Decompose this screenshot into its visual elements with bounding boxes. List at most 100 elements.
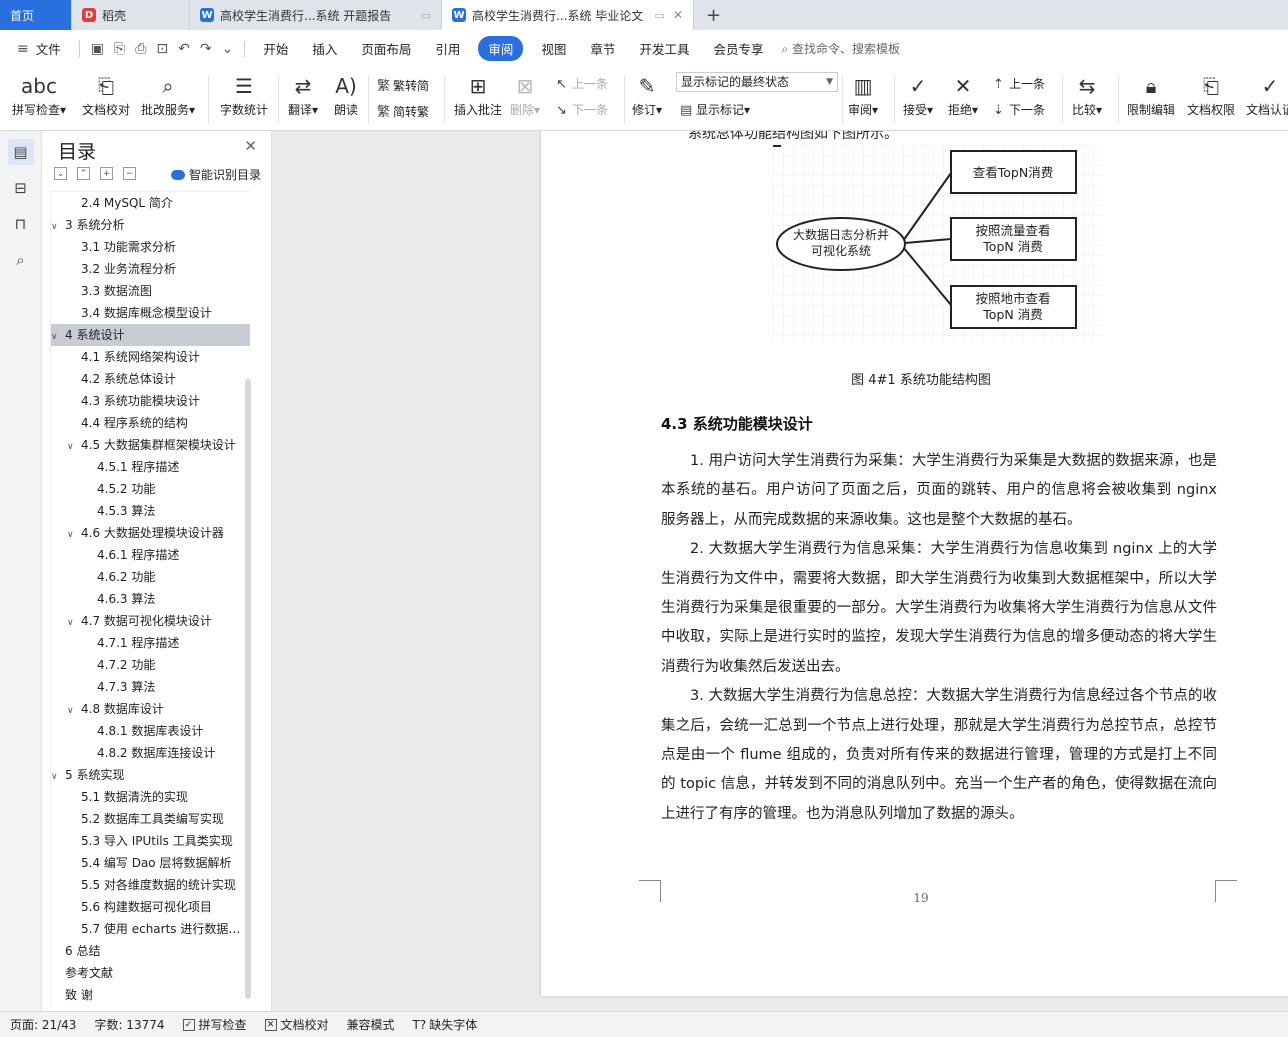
toc-item[interactable]: 4.3 系统功能模块设计 — [51, 390, 250, 412]
toc-item[interactable]: 3.2 业务流程分析 — [51, 258, 250, 280]
toc-item[interactable]: 5.1 数据清洗的实现 — [51, 786, 250, 808]
menu-devtools[interactable]: 开发工具 — [627, 39, 701, 58]
chevron-down-icon[interactable]: ∨ — [51, 216, 65, 236]
preview-icon[interactable]: ⊡ — [151, 41, 173, 57]
toc-item[interactable]: 4.2 系统总体设计 — [51, 368, 250, 390]
new-tab-button[interactable]: + — [694, 0, 733, 30]
print-icon[interactable]: ⎙ — [130, 41, 151, 57]
chevron-down-icon[interactable]: ∨ — [67, 524, 81, 544]
document-area[interactable]: 系统总体功能结构图如下图所示。 大数据日志分析并 可视化系统 查看TopN消费 … — [272, 131, 1288, 1011]
prev-change-button[interactable]: ⇡ 上一条 — [993, 75, 1045, 92]
menu-review[interactable]: 审阅 — [478, 36, 524, 61]
toc-item[interactable]: 4.7.1 程序描述 — [51, 632, 250, 654]
toc-item[interactable]: 4.6.3 算法 — [51, 588, 250, 610]
reject-button[interactable]: ✕ 拒绝▾ — [948, 71, 978, 118]
to-simplified-button[interactable]: 繁繁转简 — [377, 75, 429, 94]
tab-home[interactable]: 首页 — [0, 0, 72, 30]
doc-permission-button[interactable]: ⎗ 文档权限 — [1187, 71, 1235, 118]
toc-item[interactable]: 6 总结 — [51, 940, 250, 962]
toc-scrollbar[interactable] — [245, 379, 251, 999]
navigation-icon[interactable]: ⊟ — [8, 175, 34, 201]
to-traditional-button[interactable]: 繁简转繁 — [377, 101, 429, 120]
toc-item[interactable]: ∨ 4.6 大数据处理模块设计器 — [51, 522, 250, 544]
command-search[interactable]: ⌕ 查找命令、搜索模板 — [781, 40, 900, 57]
save-icon[interactable]: ▣ — [86, 41, 109, 57]
toc-item[interactable]: ∨ 3 系统分析 — [51, 214, 250, 236]
restrict-edit-button[interactable]: 🔒︎ 限制编辑 — [1127, 71, 1175, 118]
toc-item[interactable]: ∨ 4.5 大数据集群框架模块设计 — [51, 434, 250, 456]
word-count-indicator[interactable]: 字数: 13774 — [94, 1016, 164, 1033]
chevron-down-icon[interactable]: ⌄ — [217, 41, 239, 57]
accept-button[interactable]: ✓ 接受▾ — [903, 71, 933, 118]
toc-item[interactable]: 2.4 MySQL 简介 — [51, 192, 250, 214]
toc-panel-icon[interactable]: ▤ — [7, 139, 34, 165]
toc-item[interactable]: ∨ 4.7 数据可视化模块设计 — [51, 610, 250, 632]
toc-item[interactable]: 4.7.2 功能 — [51, 654, 250, 676]
word-count-button[interactable]: ☰ 字数统计 — [220, 71, 268, 118]
doc-proof-button[interactable]: ⎗ 文档校对 — [82, 71, 130, 118]
remove-heading-icon[interactable]: − — [123, 167, 136, 180]
menu-chapter[interactable]: 章节 — [578, 39, 627, 58]
show-markup-button[interactable]: ▤ 显示标记▾ — [680, 101, 750, 118]
bookmark-icon[interactable]: ⊓ — [8, 211, 34, 237]
tab-proposal-doc[interactable]: W 高校学生消费行...系统 开题报告 ▭ — [190, 0, 442, 30]
undo-icon[interactable]: ↶ — [173, 41, 195, 57]
toc-item[interactable]: 4.7.3 算法 — [51, 676, 250, 698]
next-change-button[interactable]: ⇣ 下一条 — [993, 101, 1045, 118]
menu-insert[interactable]: 插入 — [300, 39, 349, 58]
spell-check-toggle[interactable]: ✓ 拼写检查 — [182, 1016, 247, 1033]
toc-item[interactable]: ∨ 4.8 数据库设计 — [51, 698, 250, 720]
toc-item[interactable]: 3.1 功能需求分析 — [51, 236, 250, 258]
toc-item[interactable]: 4.6.2 功能 — [51, 566, 250, 588]
add-heading-icon[interactable]: + — [100, 167, 113, 180]
track-changes-button[interactable]: ✎ 修订▾ — [632, 71, 662, 118]
chevron-down-icon[interactable]: ∨ — [67, 700, 81, 720]
toc-item[interactable]: 4.1 系统网络架构设计 — [51, 346, 250, 368]
toc-item[interactable]: ∨ 4 系统设计 — [51, 324, 250, 346]
toc-item[interactable]: 3.3 数据流图 — [51, 280, 250, 302]
toc-item[interactable]: 4.4 程序系统的结构 — [51, 412, 250, 434]
prev-comment-button[interactable]: ↖ 上一条 — [556, 75, 608, 92]
menu-start[interactable]: 开始 — [251, 39, 300, 58]
toc-item[interactable]: 4.8.2 数据库连接设计 — [51, 742, 250, 764]
menu-member[interactable]: 会员专享 — [701, 39, 775, 58]
expand-all-icon[interactable]: ⌄ — [54, 167, 67, 180]
insert-comment-button[interactable]: ⊞ 插入批注 — [454, 71, 502, 118]
document-page[interactable]: 系统总体功能结构图如下图所示。 大数据日志分析并 可视化系统 查看TopN消费 … — [541, 131, 1288, 996]
toc-item[interactable]: 3.4 数据库概念模型设计 — [51, 302, 250, 324]
tab-docer[interactable]: D 稻壳 — [72, 0, 190, 30]
export-icon[interactable]: ⎘ — [109, 41, 130, 57]
delete-comment-button[interactable]: ⊠ 删除▾ — [510, 71, 540, 118]
menu-file[interactable]: 文件 — [34, 39, 73, 58]
toc-item[interactable]: 4.8.1 数据库表设计 — [51, 720, 250, 742]
toc-item[interactable]: 5.2 数据库工具类编写实现 — [51, 808, 250, 830]
review-pane-button[interactable]: ▥ 审阅▾ — [848, 71, 878, 118]
menu-layout[interactable]: 页面布局 — [349, 39, 423, 58]
search-icon[interactable]: ⌕ — [8, 247, 34, 273]
chevron-down-icon[interactable]: ∨ — [51, 326, 65, 346]
toc-item[interactable]: 4.5.3 算法 — [51, 500, 250, 522]
toc-item[interactable]: 5.6 构建数据可视化项目 — [51, 896, 250, 918]
close-icon[interactable]: ✕ — [244, 137, 257, 155]
toc-item[interactable]: 致 谢 — [51, 984, 250, 1006]
translate-button[interactable]: ⇄ 翻译▾ — [288, 71, 318, 118]
read-aloud-button[interactable]: A) 朗读 — [334, 71, 358, 118]
spell-check-button[interactable]: abc 拼写检查▾ — [12, 71, 66, 118]
toc-item[interactable]: 5.4 编写 Dao 层将数据解析 — [51, 852, 250, 874]
proof-toggle[interactable]: ✕ 文档校对 — [264, 1016, 329, 1033]
markup-state-select[interactable]: 显示标记的最终状态 ▼ — [676, 72, 838, 92]
tab-thesis-doc[interactable]: W 高校学生消费行...系统 毕业论文 ▭ ✕ — [442, 0, 694, 30]
annotate-service-button[interactable]: ⌕ 批改服务▾ — [141, 71, 195, 118]
collapse-all-icon[interactable]: ⌃ — [77, 167, 90, 180]
chevron-down-icon[interactable]: ∨ — [67, 612, 81, 632]
close-icon[interactable]: ✕ — [673, 8, 683, 22]
toc-item[interactable]: 5.5 对各维度数据的统计实现 — [51, 874, 250, 896]
next-comment-button[interactable]: ↘ 下一条 — [556, 101, 608, 118]
menu-view[interactable]: 视图 — [529, 39, 578, 58]
toc-item[interactable]: 5.7 使用 echarts 进行数据展示 — [51, 918, 250, 940]
redo-icon[interactable]: ↷ — [195, 41, 217, 57]
toc-item[interactable]: 4.6.1 程序描述 — [51, 544, 250, 566]
hamburger-icon[interactable]: ≡ — [12, 41, 34, 57]
toc-item[interactable]: 4.5.1 程序描述 — [51, 456, 250, 478]
chevron-down-icon[interactable]: ∨ — [67, 436, 81, 456]
